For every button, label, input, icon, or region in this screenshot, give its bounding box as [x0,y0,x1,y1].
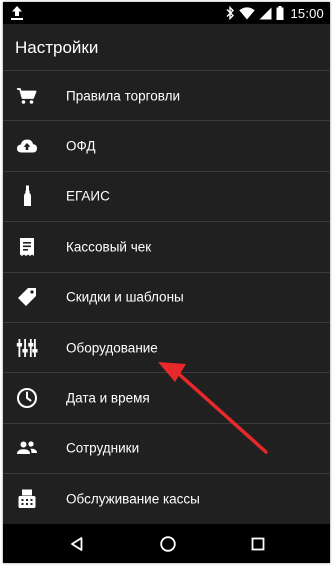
clock-icon [15,386,39,410]
menu-item-discounts[interactable]: Скидки и шаблоны [3,271,330,322]
fax-icon [15,487,39,511]
status-indicators: 15:00 [225,2,324,24]
menu-item-label: ЕГАИС [66,188,110,204]
status-bar: 15:00 [3,2,330,24]
menu-item-equipment[interactable]: Оборудование [3,321,330,372]
back-icon[interactable] [65,532,89,556]
menu-item-label: Сотрудники [66,440,140,456]
menu-item-egais[interactable]: ЕГАИС [3,170,330,221]
app-window: 15:00 Настройки Правила торговли ОФД ЕГА… [3,2,330,563]
menu-item-label: ОФД [66,138,96,154]
menu-item-label: Кассовый чек [66,239,152,255]
settings-menu: Правила торговли ОФД ЕГАИС Кассовый чек … [3,70,330,524]
navigation-bar [3,524,330,563]
upload-icon [10,4,24,22]
menu-item-label: Скидки и шаблоны [66,289,184,305]
menu-item-label: Правила торговли [66,88,181,104]
menu-item-maintenance[interactable]: Обслуживание кассы [3,473,330,523]
page-title: Настройки [15,38,99,57]
receipt-icon [15,235,39,259]
recents-icon[interactable] [246,532,270,556]
bottle-icon [15,184,39,208]
menu-item-label: Оборудование [66,340,158,356]
home-icon[interactable] [156,532,180,556]
wifi-icon [239,6,256,20]
menu-item-employees[interactable]: Сотрудники [3,422,330,473]
menu-item-label: Обслуживание кассы [66,491,200,507]
menu-item-trade-rules[interactable]: Правила торговли [3,70,330,120]
menu-item-date-time[interactable]: Дата и время [3,372,330,422]
menu-item-ofd[interactable]: ОФД [3,120,330,170]
signal-icon [259,7,272,20]
cloud-upload-icon [15,134,39,158]
menu-item-label: Дата и время [66,390,150,406]
tag-icon [15,285,39,309]
clock-text: 15:00 [290,5,324,21]
menu-item-receipt[interactable]: Кассовый чек [3,221,330,271]
people-icon [15,436,39,460]
cart-icon [15,84,39,108]
battery-icon [276,6,284,20]
app-bar: Настройки [3,24,330,70]
equalizer-icon [15,336,39,360]
bluetooth-icon [225,6,235,20]
